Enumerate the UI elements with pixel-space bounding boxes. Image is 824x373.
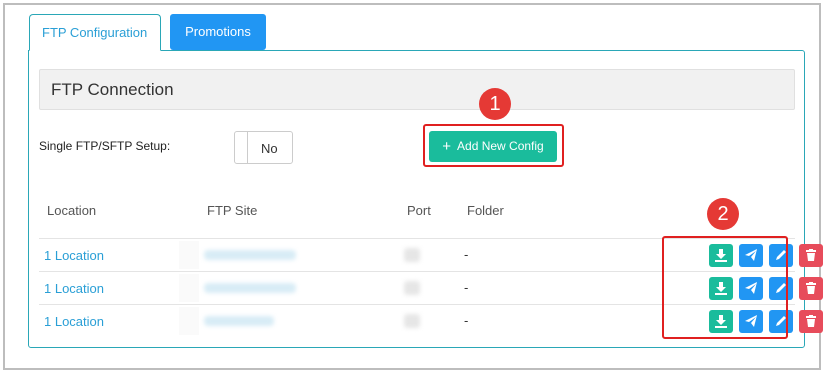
section-title: FTP Connection: [51, 80, 174, 99]
folder-value: -: [464, 313, 469, 328]
delete-icon[interactable]: [799, 277, 823, 300]
ftp-site-redacted: [204, 250, 296, 260]
plus-icon: +: [442, 138, 452, 155]
toggle-value: No: [261, 141, 278, 156]
ftp-site-redacted: [204, 316, 274, 326]
add-new-config-button[interactable]: + Add New Config: [429, 131, 557, 162]
toggle-knob[interactable]: [235, 132, 248, 163]
highlight-box-row-actions: [662, 236, 788, 339]
delete-icon[interactable]: [799, 310, 823, 333]
section-header: FTP Connection: [39, 69, 795, 110]
location-link[interactable]: 1 Location: [44, 314, 104, 329]
port-redacted: [404, 248, 420, 262]
single-ftp-setup-toggle[interactable]: No: [234, 131, 293, 164]
single-ftp-setup-label: Single FTP/SFTP Setup:: [39, 139, 171, 153]
tab-ftp-configuration[interactable]: FTP Configuration: [29, 14, 161, 51]
port-redacted: [404, 314, 420, 328]
redaction-mask: [179, 274, 199, 302]
column-header-location: Location: [47, 203, 97, 218]
column-header-folder: Folder: [467, 203, 504, 218]
ftp-site-redacted: [204, 283, 296, 293]
tab-promotions[interactable]: Promotions: [170, 14, 266, 50]
delete-icon[interactable]: [799, 244, 823, 267]
column-header-port: Port: [407, 203, 431, 218]
folder-value: -: [464, 247, 469, 262]
redaction-mask: [179, 307, 199, 335]
column-header-ftp-site: FTP Site: [207, 203, 258, 218]
callout-marker-2: 2: [707, 198, 739, 230]
location-link[interactable]: 1 Location: [44, 248, 104, 263]
callout-marker-1: 1: [479, 88, 511, 120]
port-redacted: [404, 281, 420, 295]
add-new-config-label: Add New Config: [457, 139, 544, 153]
location-link[interactable]: 1 Location: [44, 281, 104, 296]
folder-value: -: [464, 280, 469, 295]
redaction-mask: [179, 241, 199, 269]
